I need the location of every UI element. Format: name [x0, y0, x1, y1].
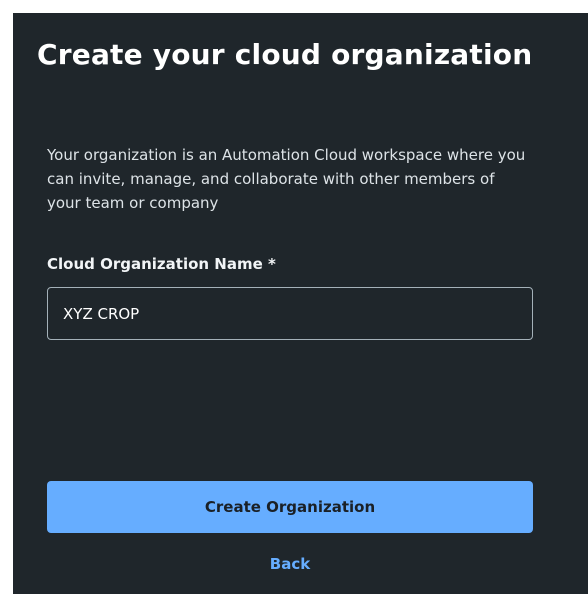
create-organization-button[interactable]: Create Organization	[47, 481, 533, 533]
org-name-label: Cloud Organization Name *	[47, 255, 276, 273]
back-button[interactable]: Back	[47, 551, 533, 577]
page-title: Create your cloud organization	[37, 38, 533, 71]
organization-description: Your organization is an Automation Cloud…	[47, 146, 526, 212]
create-organization-panel: Create your cloud organization Your orga…	[13, 13, 588, 594]
org-name-input[interactable]	[47, 287, 533, 340]
